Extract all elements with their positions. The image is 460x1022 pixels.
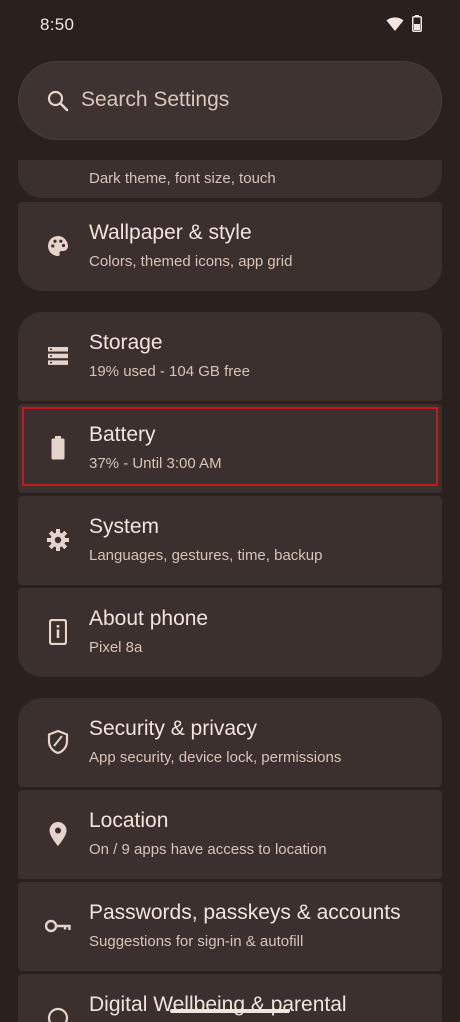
settings-item-battery[interactable]: Battery 37% - Until 3:00 AM xyxy=(18,404,442,493)
settings-item-subtitle: 37% - Until 3:00 AM xyxy=(89,455,222,472)
status-bar: 8:50 xyxy=(0,0,460,52)
settings-item-title: Wallpaper & style xyxy=(89,221,252,244)
battery-icon xyxy=(45,435,71,461)
key-icon xyxy=(45,913,71,939)
settings-item-title: System xyxy=(89,515,160,538)
settings-item-subtitle: Dark theme, font size, touch xyxy=(89,170,276,187)
search-icon xyxy=(47,90,69,112)
wifi-icon xyxy=(386,16,404,37)
settings-item-digital-wellbeing[interactable]: Digital Wellbeing & parental xyxy=(18,974,442,1022)
shield-icon xyxy=(45,729,71,755)
settings-item-title: Digital Wellbeing & parental xyxy=(89,993,347,1016)
settings-item-title: Security & privacy xyxy=(89,717,258,740)
settings-item-subtitle: App security, device lock, permissions xyxy=(89,749,342,766)
status-icons xyxy=(386,15,422,37)
display-icon xyxy=(45,160,71,164)
settings-item-display[interactable]: Dark theme, font size, touch xyxy=(18,160,442,198)
location-pin-icon xyxy=(45,821,71,847)
settings-item-system[interactable]: System Languages, gestures, time, backup xyxy=(18,496,442,585)
settings-item-title: Passwords, passkeys & accounts xyxy=(89,901,401,924)
search-bar[interactable]: Search Settings xyxy=(18,61,442,140)
settings-item-subtitle: Pixel 8a xyxy=(89,639,143,656)
status-time: 8:50 xyxy=(40,15,75,34)
settings-item-subtitle: Languages, gestures, time, backup xyxy=(89,547,323,564)
storage-icon xyxy=(45,343,71,369)
search-placeholder: Search Settings xyxy=(81,88,230,111)
gear-icon xyxy=(45,527,71,553)
settings-item-title: Location xyxy=(89,809,169,832)
settings-item-title: Storage xyxy=(89,331,163,354)
settings-item-subtitle: 19% used - 104 GB free xyxy=(89,363,250,380)
navigation-handle[interactable] xyxy=(170,1009,290,1013)
settings-item-subtitle: Colors, themed icons, app grid xyxy=(89,253,293,270)
settings-screen: 8:50 Search Settings Dark theme, font si… xyxy=(0,0,460,1022)
settings-item-security[interactable]: Security & privacy App security, device … xyxy=(18,698,442,787)
wellbeing-icon xyxy=(45,1005,71,1022)
settings-item-title: Battery xyxy=(89,423,156,446)
info-icon xyxy=(45,619,71,645)
settings-item-subtitle: On / 9 apps have access to location xyxy=(89,841,327,858)
battery-icon xyxy=(412,15,422,37)
settings-item-wallpaper[interactable]: Wallpaper & style Colors, themed icons, … xyxy=(18,202,442,291)
settings-list: Dark theme, font size, touch Wallpaper &… xyxy=(0,160,460,1022)
settings-item-about-phone[interactable]: About phone Pixel 8a xyxy=(18,588,442,677)
palette-icon xyxy=(45,233,71,259)
settings-item-subtitle: Suggestions for sign-in & autofill xyxy=(89,933,304,950)
settings-item-passwords[interactable]: Passwords, passkeys & accounts Suggestio… xyxy=(18,882,442,971)
settings-item-title: About phone xyxy=(89,607,209,630)
settings-item-location[interactable]: Location On / 9 apps have access to loca… xyxy=(18,790,442,879)
settings-item-storage[interactable]: Storage 19% used - 104 GB free xyxy=(18,312,442,401)
